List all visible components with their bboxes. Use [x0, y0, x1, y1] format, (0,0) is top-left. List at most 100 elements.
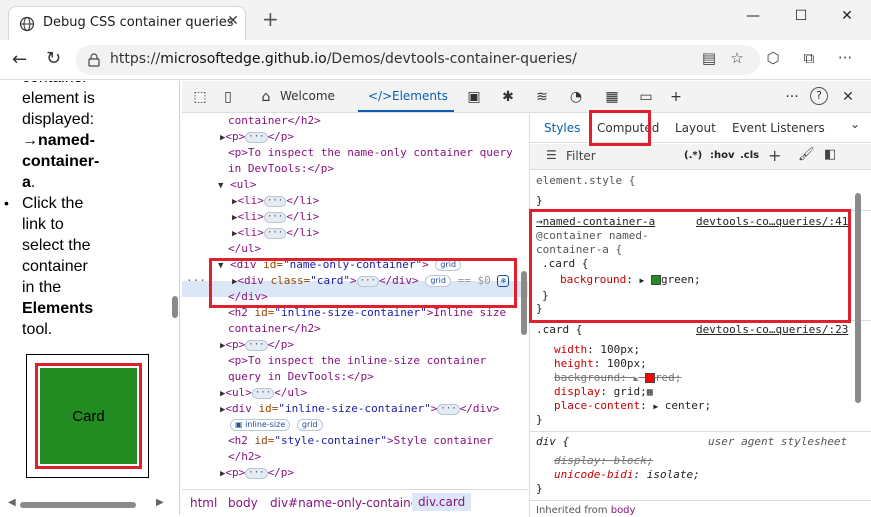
css-declaration[interactable]: width: 100px;	[554, 343, 640, 357]
ellipsis-badge[interactable]: ···	[437, 403, 460, 415]
ellipsis-badge[interactable]: ···	[245, 339, 268, 351]
rule-selector[interactable]: div {	[536, 435, 569, 449]
source-link[interactable]: devtools-co…queries/:23	[696, 323, 848, 337]
rule-selector[interactable]: .card {	[536, 323, 582, 337]
new-rule-icon[interactable]: +	[768, 146, 781, 165]
breadcrumb-item[interactable]: div#name-only-container	[270, 496, 423, 510]
page-horizontal-scrollbar[interactable]: ◀ ▶	[4, 497, 178, 511]
breadcrumb-item-selected[interactable]: div.card	[412, 493, 472, 511]
color-swatch[interactable]	[644, 373, 655, 383]
dom-node[interactable]: ▶<li> ··· </li>	[232, 225, 319, 242]
tab-layout[interactable]: Layout	[675, 121, 716, 135]
read-aloud-icon[interactable]: ▤	[700, 49, 718, 67]
maximize-button[interactable]: ☐	[790, 8, 812, 30]
home-icon[interactable]: ⌂	[256, 87, 276, 107]
dom-node[interactable]: </ul>	[228, 241, 261, 257]
back-arrow-icon[interactable]: ←	[12, 49, 27, 70]
new-tab-button[interactable]: +	[262, 9, 279, 29]
highlight-box-styles-tab	[589, 110, 651, 146]
css-declaration[interactable]: unicode-bidi: isolate;	[554, 468, 700, 482]
dom-node[interactable]: ▶<li> ··· </li>	[232, 193, 319, 210]
tab-styles[interactable]: Styles	[544, 121, 580, 135]
device-emulation-icon[interactable]: ▯	[218, 87, 238, 107]
elements-scrollbar[interactable]	[521, 271, 527, 335]
dom-node[interactable]: query in DevTools:</p>	[228, 369, 374, 385]
url-field[interactable]: https://microsoftedge.github.io/Demos/de…	[76, 45, 760, 75]
collapse-arrow-icon[interactable]: ▼	[218, 181, 223, 191]
ellipsis-badge[interactable]: ···	[263, 195, 287, 207]
inline-size-badge[interactable]: ▣ inline-size	[230, 419, 291, 431]
breadcrumb-item[interactable]: body	[228, 496, 258, 510]
code-icon: </>	[368, 89, 393, 103]
page-vertical-scrollbar[interactable]	[172, 296, 178, 318]
scroll-right-icon[interactable]: ▶	[156, 497, 164, 508]
tab-welcome[interactable]: Welcome	[280, 89, 335, 103]
tab-elements[interactable]: Elements	[392, 89, 448, 103]
dom-node[interactable]: ▼ <ul>	[218, 177, 257, 194]
tab-close-icon[interactable]: ✕	[225, 13, 241, 31]
regex-toggle[interactable]: (.*)	[684, 150, 702, 161]
breadcrumb-item[interactable]: html	[190, 496, 217, 510]
tab-event-listeners[interactable]: Event Listeners	[732, 121, 825, 135]
css-declaration[interactable]: display: grid;▦	[554, 385, 653, 400]
dom-node[interactable]: ▶<div id="inline-size-container"> ··· </di…	[220, 401, 499, 418]
grid-editor-icon[interactable]: ▦	[647, 387, 653, 398]
paint-brush-icon[interactable]: 🖌	[798, 147, 815, 162]
application-icon[interactable]: ▭	[636, 87, 656, 107]
devtools-close-icon[interactable]: ✕	[838, 87, 858, 107]
url-text[interactable]: https://microsoftedge.github.io/Demos/de…	[110, 51, 577, 67]
ellipsis-badge[interactable]: ···	[251, 387, 275, 399]
more-menu-icon[interactable]: ···	[836, 49, 854, 67]
row-menu-icon[interactable]: ···	[186, 273, 206, 289]
console-icon[interactable]: ▣	[464, 87, 484, 107]
dom-node[interactable]: </h2>	[228, 449, 261, 465]
dom-node[interactable]: <p>To inspect the inline-size container	[228, 353, 486, 369]
chevron-down-icon[interactable]: ⌄	[850, 117, 860, 131]
card[interactable]: Card	[40, 368, 137, 464]
filter-input[interactable]: Filter	[566, 149, 596, 163]
element-style-selector[interactable]: element.style {	[536, 174, 635, 188]
css-declaration-overridden[interactable]: background: ▶ red;	[554, 371, 681, 386]
add-tool-icon[interactable]: +	[666, 87, 686, 107]
hov-toggle[interactable]: :hov	[710, 150, 735, 161]
ellipsis-badge[interactable]: ···	[245, 131, 268, 143]
help-icon[interactable]: ?	[810, 87, 828, 105]
dom-node[interactable]: in DevTools:</p>	[228, 161, 334, 177]
performance-icon[interactable]: ◔	[566, 87, 586, 107]
reload-icon[interactable]: ↻	[46, 48, 61, 69]
scroll-thumb[interactable]	[20, 502, 136, 508]
browser-tab[interactable]: Debug CSS container queries ✕	[8, 6, 246, 40]
highlight-box-container-rule	[529, 209, 851, 323]
memory-icon[interactable]: ▦	[602, 87, 622, 107]
dom-node[interactable]: <p>To inspect the name-only container qu…	[228, 145, 513, 161]
lock-icon[interactable]	[86, 52, 102, 68]
css-declaration[interactable]: place-content: ▶ center;	[554, 399, 711, 414]
ellipsis-badge[interactable]: ···	[263, 227, 287, 239]
bug-icon[interactable]: ✱	[498, 87, 518, 107]
dom-node[interactable]: ▶<p> ··· </p>	[220, 129, 294, 146]
ellipsis-badge[interactable]: ···	[245, 467, 268, 479]
inspect-icon[interactable]: ⬚	[190, 87, 210, 107]
dom-node[interactable]: container</h2>	[228, 321, 321, 337]
styles-scrollbar[interactable]	[855, 193, 861, 403]
dom-node[interactable]: <h2 id="style-container">Style container	[228, 433, 493, 449]
dom-node[interactable]: ▶<li> ··· </li>	[232, 209, 319, 226]
dom-node[interactable]: ▶<p> ··· </p>	[220, 465, 294, 482]
ellipsis-badge[interactable]: ···	[263, 211, 287, 223]
collections-icon[interactable]: ⧉	[800, 49, 818, 67]
more-tools-icon[interactable]: ···	[782, 87, 802, 107]
wifi-icon[interactable]: ≋	[532, 87, 552, 107]
dom-node[interactable]: container</h2>	[228, 113, 321, 129]
favorite-star-icon[interactable]: ☆	[728, 49, 746, 67]
minimize-button[interactable]: —	[742, 8, 764, 30]
css-declaration[interactable]: height: 100px;	[554, 357, 647, 371]
grid-badge[interactable]: grid	[296, 419, 323, 431]
dom-node[interactable]: ▶<ul> ··· </ul>	[220, 385, 307, 402]
cls-toggle[interactable]: .cls	[740, 150, 759, 161]
extensions-icon[interactable]: ⬡	[764, 49, 782, 67]
css-declaration-overridden[interactable]: display: block;	[554, 454, 653, 468]
window-close-button[interactable]: ✕	[836, 8, 858, 30]
toggle-sidebar-icon[interactable]: ◧	[824, 147, 836, 162]
dom-node[interactable]: ▶<p> ··· </p>	[220, 337, 294, 354]
scroll-left-icon[interactable]: ◀	[8, 497, 16, 508]
